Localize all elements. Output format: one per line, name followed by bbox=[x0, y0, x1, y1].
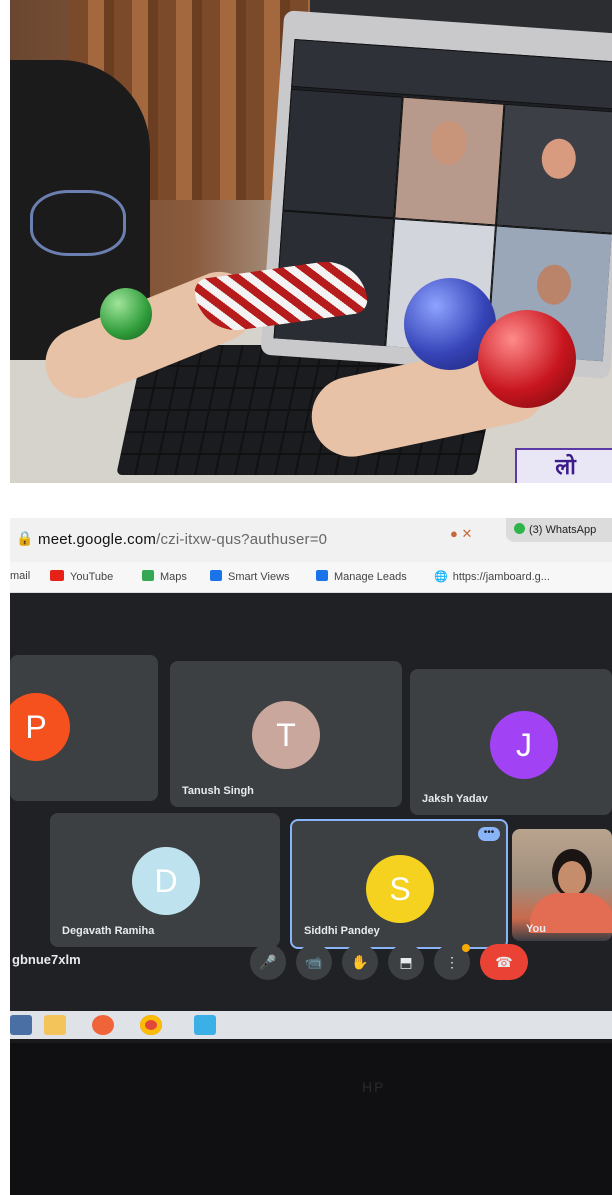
address-bar[interactable]: 🔒 meet.google.com/czi-itxw-qus?authuser=… bbox=[10, 518, 612, 562]
manage-leads-icon bbox=[316, 570, 328, 581]
phone-hangup-icon: ☎ bbox=[495, 954, 513, 970]
camera-button[interactable]: 📹 bbox=[296, 944, 332, 980]
bookmark-smart-views[interactable]: Smart Views bbox=[210, 570, 290, 583]
more-options-icon[interactable]: ••• bbox=[478, 827, 500, 841]
avatar: D bbox=[132, 847, 200, 915]
extension-icons[interactable]: ● ✕ bbox=[450, 526, 472, 542]
store-icon[interactable] bbox=[194, 1015, 216, 1035]
avatar: S bbox=[366, 855, 434, 923]
avatar: P bbox=[10, 693, 70, 761]
present-icon: ⬒ bbox=[399, 954, 413, 970]
bookmark-gmail[interactable]: mail bbox=[10, 570, 30, 582]
bookmark-jamboard[interactable]: 🌐 https://jamboard.g... bbox=[434, 570, 550, 583]
glasses bbox=[30, 190, 126, 256]
camera-icon: 📹 bbox=[305, 954, 323, 970]
start-icon[interactable] bbox=[10, 1015, 32, 1035]
leave-call-button[interactable]: ☎ bbox=[480, 944, 528, 980]
present-button[interactable]: ⬒ bbox=[388, 944, 424, 980]
laptop-bezel: HP bbox=[10, 1043, 612, 1195]
more-vertical-icon: ⋮ bbox=[445, 954, 459, 970]
hand-icon: ✋ bbox=[351, 954, 369, 970]
video-tile bbox=[394, 96, 505, 226]
laptop-brand-logo: HP bbox=[362, 1079, 386, 1095]
participant-name: Jaksh Yadav bbox=[422, 793, 488, 805]
meeting-code: gbnue7xlm bbox=[12, 952, 81, 967]
media-player-icon[interactable] bbox=[92, 1015, 114, 1035]
smart-views-icon bbox=[210, 570, 222, 581]
avatar: T bbox=[252, 701, 320, 769]
bookmark-manage-leads[interactable]: Manage Leads bbox=[316, 570, 407, 583]
notification-dot bbox=[462, 944, 470, 952]
bookmark-youtube[interactable]: YouTube bbox=[50, 570, 113, 583]
microphone-icon: 🎤 bbox=[259, 954, 277, 970]
raise-hand-button[interactable]: ✋ bbox=[342, 944, 378, 980]
self-view-face bbox=[558, 861, 586, 895]
participant-tile-p[interactable]: P bbox=[10, 655, 158, 801]
avatar: J bbox=[490, 711, 558, 779]
self-view-tile[interactable]: You bbox=[512, 829, 612, 941]
bookmarks-bar: mail YouTube Maps Smart Views Manage Lea… bbox=[10, 562, 612, 593]
green-ball bbox=[100, 288, 152, 340]
file-explorer-icon[interactable] bbox=[44, 1015, 66, 1035]
maps-icon bbox=[142, 570, 154, 581]
windows-taskbar bbox=[10, 1011, 612, 1039]
meet-control-bar: gbnue7xlm 🎤 📹 ✋ ⬒ ⋮ ☎ bbox=[10, 936, 612, 996]
youtube-icon bbox=[50, 570, 64, 581]
red-ball bbox=[478, 310, 576, 408]
globe-icon: 🌐 bbox=[434, 571, 448, 583]
classroom-photo: लो bbox=[10, 0, 612, 483]
url-text[interactable]: meet.google.com/czi-itxw-qus?authuser=0 bbox=[38, 531, 327, 548]
meet-screenshot: 🔒 meet.google.com/czi-itxw-qus?authuser=… bbox=[10, 518, 612, 1195]
participant-name: You bbox=[526, 923, 546, 935]
chrome-icon[interactable] bbox=[140, 1015, 162, 1035]
video-tile bbox=[282, 88, 403, 219]
hindi-sign: लो bbox=[515, 448, 612, 483]
whatsapp-icon bbox=[514, 523, 525, 534]
participant-tile-degavath[interactable]: D Degavath Ramiha bbox=[50, 813, 280, 947]
whatsapp-tab[interactable]: (3) WhatsApp bbox=[506, 518, 612, 542]
participant-tile-jaksh[interactable]: J Jaksh Yadav bbox=[410, 669, 612, 815]
video-tile bbox=[495, 103, 612, 234]
participant-tile-tanush[interactable]: T Tanush Singh bbox=[170, 661, 402, 807]
bookmark-maps[interactable]: Maps bbox=[142, 570, 187, 583]
participant-name: Tanush Singh bbox=[182, 785, 254, 797]
lock-icon: 🔒 bbox=[16, 530, 34, 546]
more-options-button[interactable]: ⋮ bbox=[434, 944, 470, 980]
participant-tile-siddhi[interactable]: ••• S Siddhi Pandey bbox=[290, 819, 508, 949]
microphone-button[interactable]: 🎤 bbox=[250, 944, 286, 980]
